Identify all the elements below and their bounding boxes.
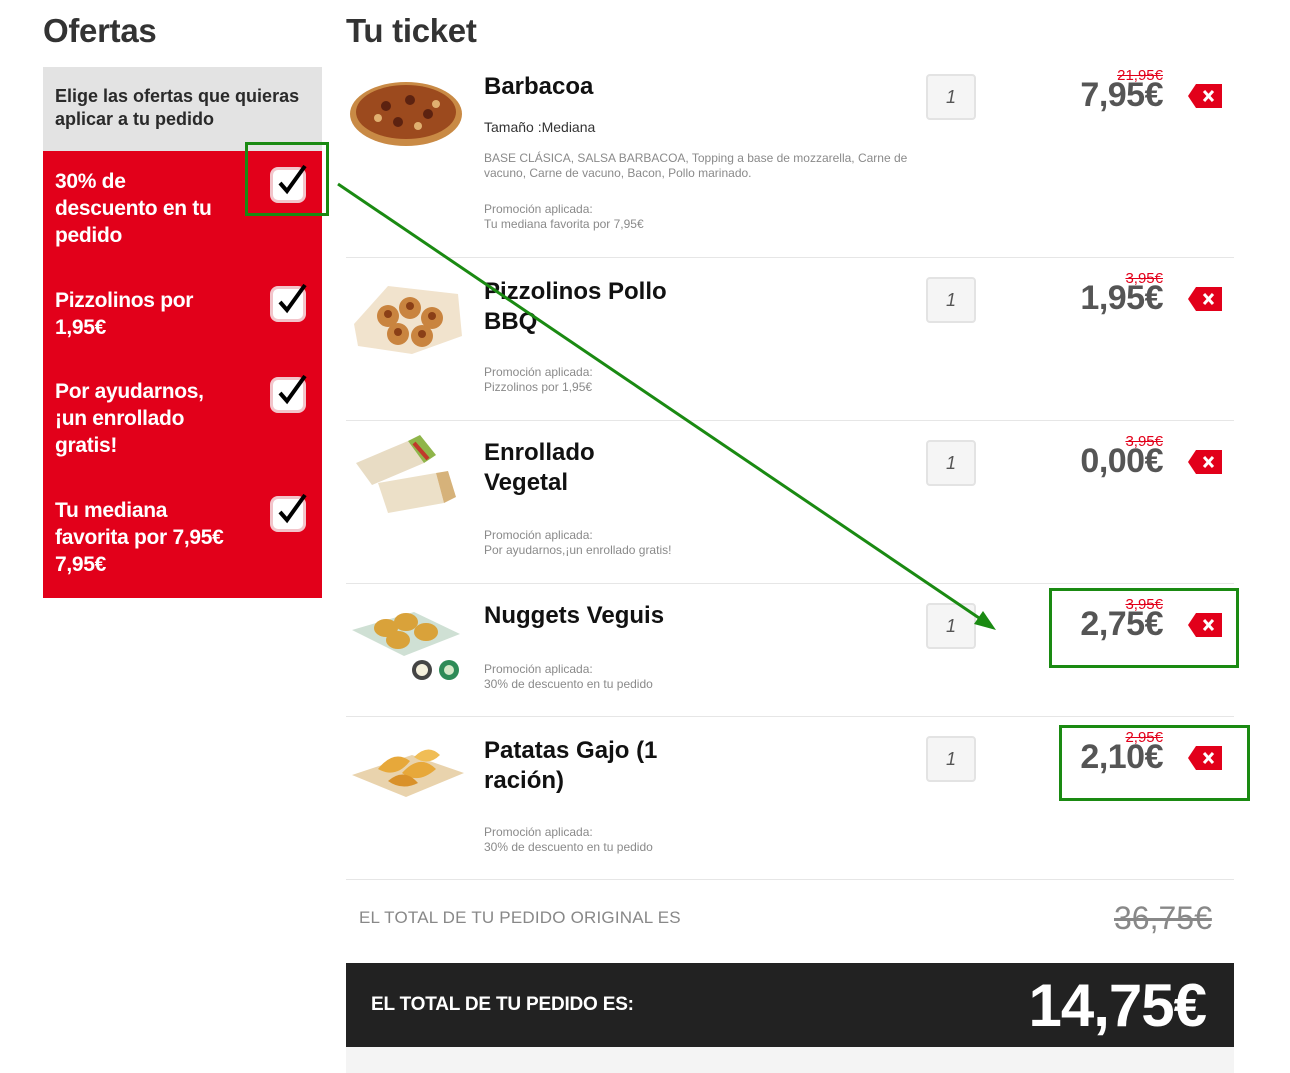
offers-title: Ofertas bbox=[43, 12, 157, 49]
total-bar: EL TOTAL DE TU PEDIDO ES: 14,75€ bbox=[346, 963, 1234, 1047]
promo-applied: Promoción aplicada: Pizzolinos por 1,95€ bbox=[484, 365, 593, 395]
item-price: 0,00€ bbox=[1080, 442, 1163, 480]
offer-item[interactable]: Pizzolinos por 1,95€ bbox=[55, 283, 315, 341]
promo-prefix: Promoción aplicada: bbox=[484, 528, 593, 542]
offer-label: 30% de descuento en tu pedido bbox=[55, 170, 212, 247]
item-price: 7,95€ bbox=[1080, 76, 1163, 114]
original-total-value: 36,75€ bbox=[1114, 900, 1212, 936]
checkmark-icon bbox=[278, 164, 307, 195]
quantity-field[interactable]: 1 bbox=[926, 440, 976, 486]
ticket-item: Enrollado Vegetal Promoción aplicada: Po… bbox=[346, 421, 1234, 584]
pizzolinos-image bbox=[354, 286, 462, 354]
ticket-title: Tu ticket bbox=[346, 12, 477, 49]
promo-prefix: Promoción aplicada: bbox=[484, 825, 593, 839]
offer-item[interactable]: 30% de descuento en tu pedido bbox=[55, 164, 315, 249]
ticket-item: Nuggets Veguis Promoción aplicada: 30% d… bbox=[346, 584, 1234, 717]
item-price: 2,75€ bbox=[1080, 605, 1163, 643]
item-size: Tamaño :Mediana bbox=[484, 119, 596, 135]
ticket-item: Pizzolinos Pollo BBQ Promoción aplicada:… bbox=[346, 258, 1234, 421]
item-name: Barbacoa bbox=[484, 73, 594, 100]
promo-name: Pizzolinos por 1,95€ bbox=[484, 380, 593, 394]
wrap-image bbox=[356, 435, 456, 513]
offer-label: Tu mediana favorita por 7,95€ 7,95€ bbox=[55, 499, 224, 576]
item-name: Patatas Gajo (1 ración) bbox=[484, 737, 658, 794]
promo-prefix: Promoción aplicada: bbox=[484, 662, 593, 676]
nuggets-image bbox=[352, 612, 460, 680]
quantity-field[interactable]: 1 bbox=[926, 736, 976, 782]
item-price: 1,95€ bbox=[1080, 279, 1163, 317]
promo-prefix: Promoción aplicada: bbox=[484, 202, 593, 216]
promo-applied: Promoción aplicada: 30% de descuento en … bbox=[484, 662, 653, 692]
remove-x-icon[interactable] bbox=[1188, 746, 1222, 770]
item-name: Nuggets Veguis bbox=[484, 602, 665, 629]
offer-checkbox[interactable] bbox=[273, 493, 307, 529]
total-label: EL TOTAL DE TU PEDIDO ES: bbox=[371, 994, 634, 1015]
pizza-image bbox=[350, 82, 462, 146]
item-name: Enrollado Vegetal bbox=[484, 439, 595, 496]
wedges-image bbox=[352, 749, 464, 797]
offer-checkbox[interactable] bbox=[273, 374, 307, 410]
checkmark-icon bbox=[278, 283, 307, 314]
item-name: Pizzolinos Pollo BBQ bbox=[484, 278, 667, 335]
item-price: 2,10€ bbox=[1080, 738, 1163, 776]
remove-x-icon[interactable] bbox=[1188, 613, 1222, 637]
total-value: 14,75€ bbox=[1028, 972, 1207, 1039]
promo-applied: Promoción aplicada: Por ayudarnos,¡un en… bbox=[484, 528, 671, 558]
promo-name: Tu mediana favorita por 7,95€ bbox=[484, 217, 644, 231]
offers-list: 30% de descuento en tu pedido Pizzolinos… bbox=[43, 151, 322, 598]
promo-name: 30% de descuento en tu pedido bbox=[484, 840, 653, 854]
offers-panel: Elige las ofertas que quieras aplicar a … bbox=[43, 67, 322, 598]
promo-name: 30% de descuento en tu pedido bbox=[484, 677, 653, 691]
quantity-field[interactable]: 1 bbox=[926, 74, 976, 120]
promo-applied: Promoción aplicada: Tu mediana favorita … bbox=[484, 202, 644, 232]
promo-applied: Promoción aplicada: 30% de descuento en … bbox=[484, 825, 653, 855]
ticket-item: Patatas Gajo (1 ración) Promoción aplica… bbox=[346, 717, 1234, 880]
offer-label: Pizzolinos por 1,95€ bbox=[55, 289, 194, 339]
promo-name: Por ayudarnos,¡un enrollado gratis! bbox=[484, 543, 672, 557]
offer-label: Por ayudarnos, ¡un enrollado gratis! bbox=[55, 380, 204, 457]
item-description: BASE CLÁSICA, SALSA BARBACOA, Topping a … bbox=[484, 151, 908, 180]
bottom-strip bbox=[346, 1047, 1234, 1073]
checkmark-icon bbox=[278, 493, 307, 524]
original-total-label: EL TOTAL DE TU PEDIDO ORIGINAL ES bbox=[359, 908, 681, 927]
quantity-field[interactable]: 1 bbox=[926, 603, 976, 649]
ticket-item: Barbacoa Tamaño :Mediana BASE CLÁSICA, S… bbox=[346, 60, 1234, 258]
remove-x-icon[interactable] bbox=[1188, 287, 1222, 311]
offer-item[interactable]: Tu mediana favorita por 7,95€ 7,95€ bbox=[55, 493, 315, 578]
offer-item[interactable]: Por ayudarnos, ¡un enrollado gratis! bbox=[55, 374, 315, 459]
remove-x-icon[interactable] bbox=[1188, 84, 1222, 108]
promo-prefix: Promoción aplicada: bbox=[484, 365, 593, 379]
remove-x-icon[interactable] bbox=[1188, 450, 1222, 474]
checkmark-icon bbox=[278, 374, 307, 405]
offers-intro: Elige las ofertas que quieras aplicar a … bbox=[43, 67, 322, 151]
offer-checkbox[interactable] bbox=[273, 164, 307, 200]
quantity-field[interactable]: 1 bbox=[926, 277, 976, 323]
offer-checkbox[interactable] bbox=[273, 283, 307, 319]
